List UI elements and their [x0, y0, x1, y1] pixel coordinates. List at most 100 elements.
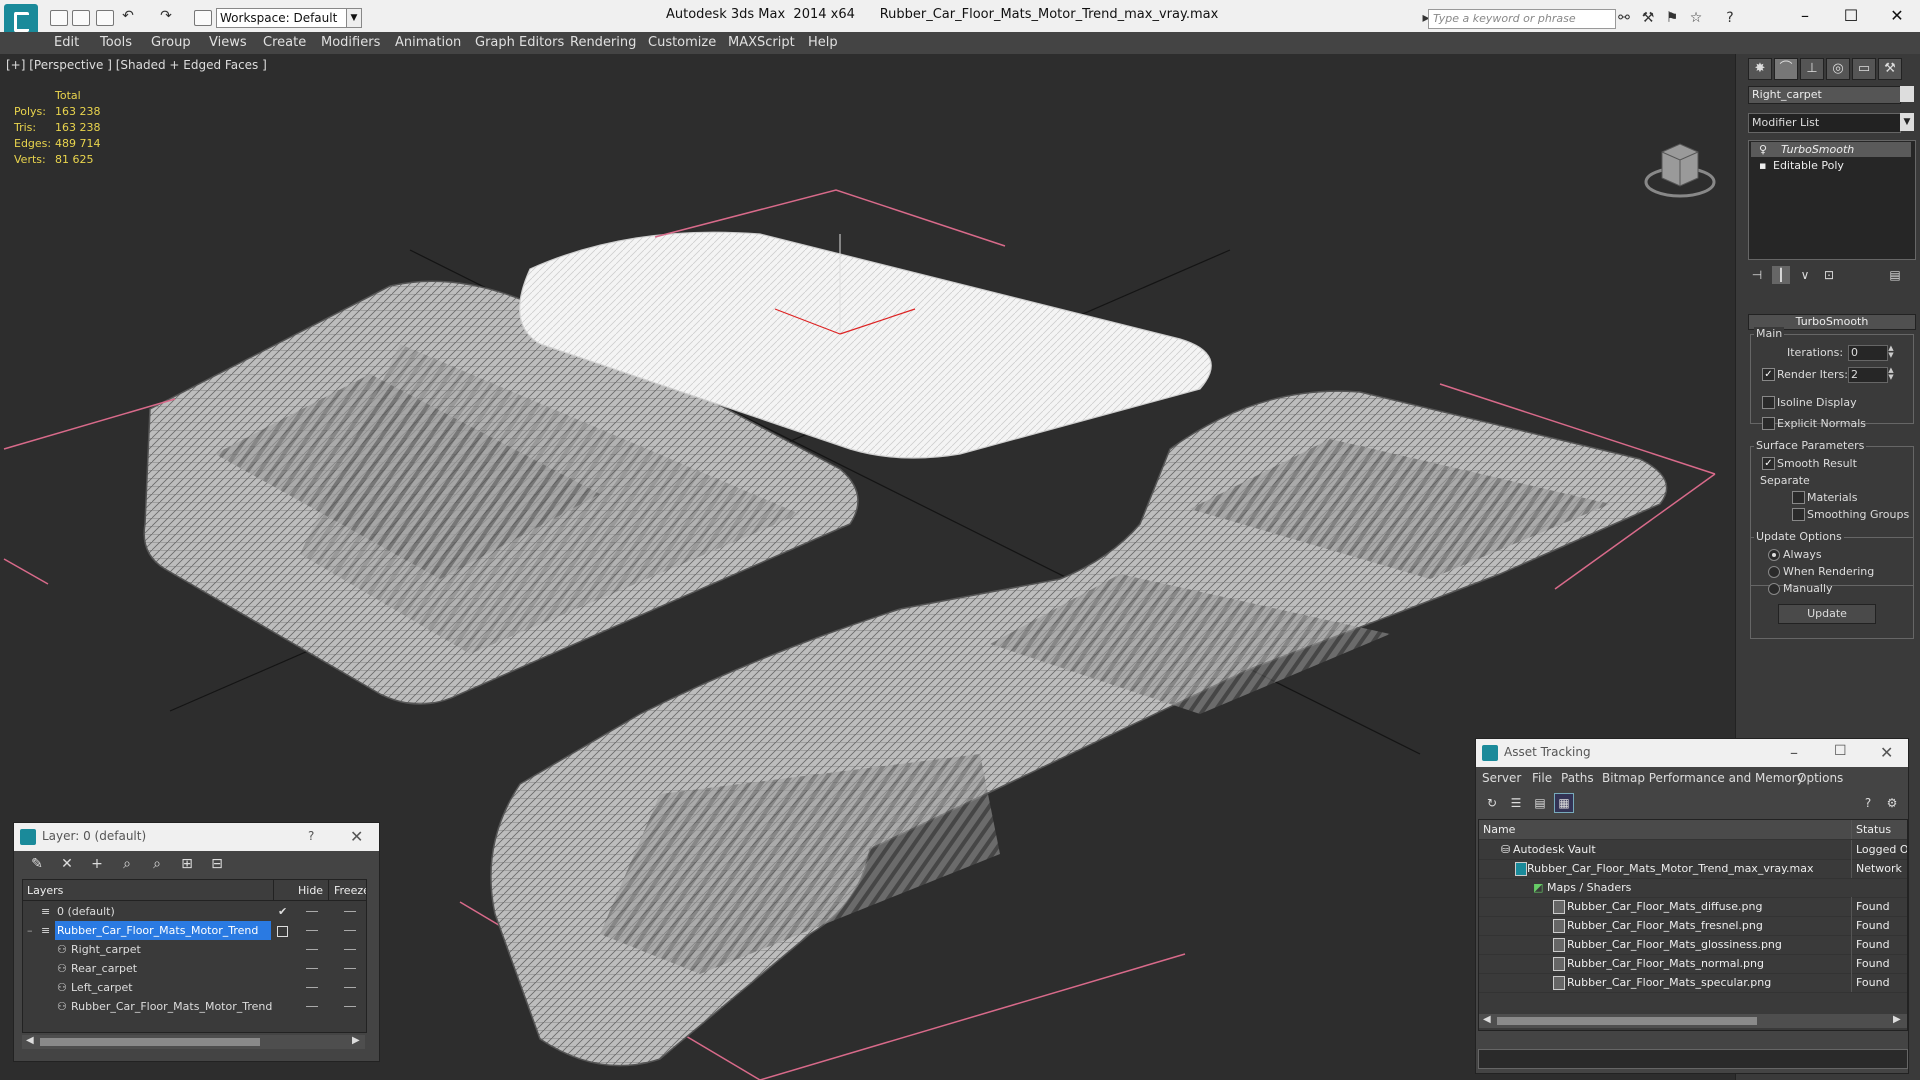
horizontal-scrollbar[interactable]: ◀ ▶ — [1479, 1014, 1907, 1028]
menu-group[interactable]: Group — [151, 35, 191, 50]
object-row[interactable]: ⚇ Left_carpet — [23, 978, 366, 997]
open-file-icon[interactable] — [72, 10, 90, 26]
menu-create[interactable]: Create — [263, 35, 306, 50]
render-iters-checkbox[interactable]: ✓ — [1762, 368, 1775, 381]
workspace-dropdown[interactable]: Workspace: Default — [216, 8, 351, 28]
horizontal-scrollbar[interactable]: ◀ ▶ — [22, 1035, 365, 1049]
explicit-normals-checkbox[interactable] — [1762, 417, 1775, 430]
help-icon[interactable]: ? — [1858, 793, 1878, 813]
object-name-field[interactable]: Right_carpet — [1748, 86, 1901, 104]
project-folder-icon[interactable] — [194, 10, 212, 26]
asset-window-titlebar[interactable]: Asset Tracking – ☐ ✕ — [1476, 739, 1908, 767]
favorites-star-icon[interactable]: ☆ — [1688, 10, 1704, 26]
asset-row[interactable]: Rubber_Car_Floor_Mats_normal.png Found — [1479, 954, 1907, 974]
close-icon[interactable]: ✕ — [1880, 743, 1893, 762]
new-layer-icon[interactable]: ✎ — [28, 855, 46, 873]
active-layer-check-icon[interactable]: ✔ — [278, 902, 287, 921]
refresh-icon[interactable]: ↻ — [1482, 793, 1502, 813]
stack-item-turbosmooth[interactable]: ♀ TurboSmooth — [1751, 142, 1911, 157]
asset-row[interactable]: Rubber_Car_Floor_Mats_specular.png Found — [1479, 973, 1907, 993]
hide-all-layers-icon[interactable]: ⊞ — [178, 855, 196, 873]
menu-options[interactable]: Options — [1797, 771, 1843, 785]
pin-stack-icon[interactable]: ⊣ — [1748, 266, 1766, 284]
menu-tools[interactable]: Tools — [100, 35, 132, 50]
maximize-button[interactable]: ☐ — [1828, 4, 1874, 28]
modify-tab-icon[interactable]: ⌒ — [1774, 58, 1798, 80]
redo-icon[interactable]: ↷ — [158, 8, 174, 24]
minimize-icon[interactable]: – — [1790, 743, 1798, 762]
object-row[interactable]: ⚇ Right_carpet — [23, 940, 366, 959]
asset-row[interactable]: Rubber_Car_Floor_Mats_fresnel.png Found — [1479, 916, 1907, 936]
menu-bitmap-performance[interactable]: Bitmap Performance and Memory — [1602, 771, 1804, 785]
smoothing-groups-checkbox[interactable] — [1792, 508, 1805, 521]
scroll-thumb[interactable] — [40, 1038, 260, 1046]
add-to-layer-icon[interactable]: + — [88, 855, 106, 873]
layer-window-titlebar[interactable]: Layer: 0 (default) ? ✕ — [14, 823, 379, 851]
menu-graph-editors[interactable]: Graph Editors — [475, 35, 564, 50]
binoculars-icon[interactable]: ⚯ — [1616, 10, 1632, 26]
communication-icon[interactable]: ⚑ — [1664, 10, 1680, 26]
subscription-icon[interactable]: ⚒ — [1640, 10, 1656, 26]
layer-row[interactable]: ≡ 0 (default) ✔ — [23, 902, 366, 921]
object-row[interactable]: ⚇ Rubber_Car_Floor_Mats_Motor_Trend — [23, 997, 366, 1016]
col-layers[interactable]: Layers — [27, 884, 63, 897]
maximize-icon[interactable]: ☐ — [1834, 743, 1847, 759]
object-color-swatch[interactable] — [1900, 86, 1914, 102]
materials-checkbox[interactable] — [1792, 491, 1805, 504]
remove-modifier-icon[interactable]: ⊡ — [1820, 266, 1838, 284]
scroll-thumb[interactable] — [1497, 1017, 1757, 1025]
freeze-all-layers-icon[interactable]: ⊟ — [208, 855, 226, 873]
view-cube-icon[interactable] — [1644, 143, 1716, 198]
list-view-icon[interactable]: ☰ — [1506, 793, 1526, 813]
display-tab-icon[interactable]: ▭ — [1852, 58, 1876, 80]
menu-edit[interactable]: Edit — [54, 35, 79, 50]
new-file-icon[interactable] — [50, 10, 68, 26]
layer-row[interactable]: – ≡ Rubber_Car_Floor_Mats_Motor_Trend — [23, 921, 366, 940]
object-row[interactable]: ⚇ Rear_carpet — [23, 959, 366, 978]
show-end-result-icon[interactable]: ┃ — [1772, 266, 1790, 284]
undo-icon[interactable]: ↶ — [120, 8, 136, 24]
delete-layer-icon[interactable]: ✕ — [58, 855, 76, 873]
asset-row[interactable]: Rubber_Car_Floor_Mats_Motor_Trend_max_vr… — [1479, 859, 1907, 879]
details-view-icon[interactable]: ▤ — [1530, 793, 1550, 813]
make-unique-icon[interactable]: ∨ — [1796, 266, 1814, 284]
menu-customize[interactable]: Customize — [648, 35, 716, 50]
asset-row[interactable]: ◩ Maps / Shaders — [1479, 878, 1907, 898]
col-name[interactable]: Name — [1483, 820, 1515, 839]
select-objects-icon[interactable]: ⌕ — [118, 855, 136, 873]
set-current-layer-icon[interactable] — [277, 926, 288, 937]
close-button[interactable]: ✕ — [1874, 4, 1920, 28]
create-tab-icon[interactable]: ✸ — [1748, 58, 1772, 80]
settings-icon[interactable]: ⚙ — [1882, 793, 1902, 813]
menu-rendering[interactable]: Rendering — [570, 35, 636, 50]
close-icon[interactable]: ✕ — [350, 827, 363, 846]
highlight-layer-icon[interactable]: ⌕ — [148, 855, 166, 873]
col-freeze[interactable]: Freeze — [334, 884, 366, 897]
configure-modifier-sets-icon[interactable]: ▤ — [1886, 266, 1904, 284]
hierarchy-tab-icon[interactable]: ⊥ — [1800, 58, 1824, 80]
always-radio[interactable] — [1768, 549, 1780, 561]
menu-maxscript[interactable]: MAXScript — [728, 35, 795, 50]
when-rendering-radio[interactable] — [1768, 566, 1780, 578]
update-button[interactable]: Update — [1778, 604, 1876, 624]
menu-file[interactable]: File — [1532, 771, 1552, 785]
spinner-arrows-icon[interactable]: ▲ ▼ — [1887, 345, 1895, 359]
help-icon[interactable]: ? — [1722, 10, 1738, 26]
smooth-result-checkbox[interactable]: ✓ — [1762, 457, 1775, 470]
collapse-icon[interactable]: – — [27, 921, 33, 940]
menu-animation[interactable]: Animation — [395, 35, 461, 50]
render-iters-spinner[interactable]: 2 — [1848, 367, 1888, 383]
manually-radio[interactable] — [1768, 583, 1780, 595]
col-hide[interactable]: Hide — [298, 884, 323, 897]
viewport-label[interactable]: [+] [Perspective ] [Shaded + Edged Faces… — [6, 58, 267, 72]
stack-item-editable-poly[interactable]: ▪ Editable Poly — [1751, 158, 1911, 173]
motion-tab-icon[interactable]: ◎ — [1826, 58, 1850, 80]
search-input[interactable]: Type a keyword or phrase — [1428, 9, 1616, 29]
spinner-arrows-icon[interactable]: ▲ ▼ — [1887, 367, 1895, 381]
help-button[interactable]: ? — [308, 829, 314, 843]
utilities-tab-icon[interactable]: ⚒ — [1878, 58, 1902, 80]
modifier-list-dropdown[interactable]: Modifier List — [1748, 113, 1901, 133]
menu-server[interactable]: Server — [1482, 771, 1521, 785]
lightbulb-icon[interactable]: ♀ — [1751, 142, 1769, 157]
menu-views[interactable]: Views — [209, 35, 247, 50]
